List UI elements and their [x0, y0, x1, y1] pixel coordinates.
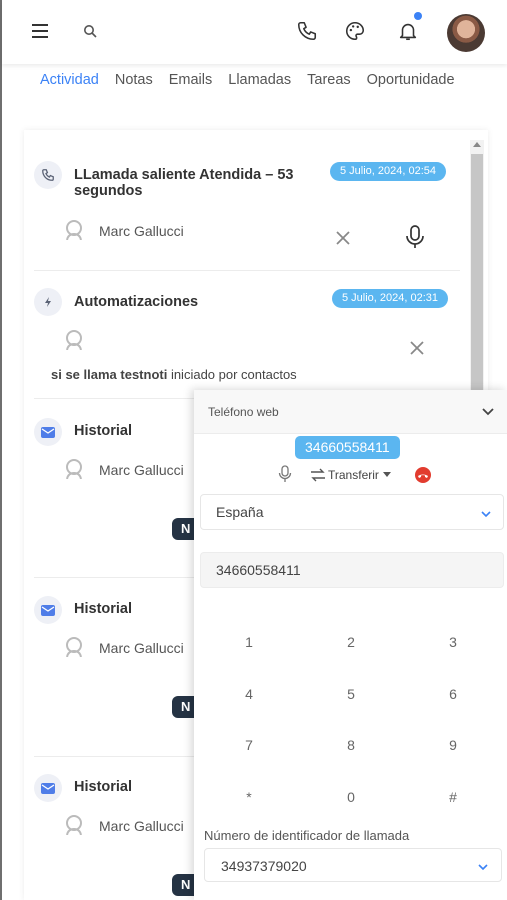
web-phone-panel: Teléfono web 34660558411 Transferir Espa…	[194, 390, 507, 900]
history-person-name: Marc Gallucci	[99, 640, 184, 656]
automation-date-badge: 5 Julio, 2024, 02:31	[332, 289, 449, 308]
history-title: Historial	[74, 423, 133, 439]
tab-oportunidades[interactable]: Oportunidade	[367, 72, 455, 88]
dial-number-input[interactable]: 34660558411	[200, 552, 504, 588]
call-title-line1: LLamada saliente Atendida – 53	[74, 167, 294, 183]
chevron-down-icon[interactable]	[480, 507, 492, 519]
history-title: Historial	[74, 601, 133, 617]
transfer-label: Transferir	[328, 468, 379, 482]
chevron-down-icon[interactable]	[477, 860, 489, 872]
automation-title: Automatizaciones	[74, 294, 199, 310]
scroll-up-arrow[interactable]	[473, 142, 481, 147]
automation-note: si se llama testnoti iniciado por contac…	[51, 367, 297, 382]
person-icon	[64, 815, 84, 836]
notification-dot	[414, 12, 422, 20]
palette-icon[interactable]	[342, 18, 368, 44]
keypad-key-star[interactable]: *	[229, 783, 269, 811]
top-bar	[2, 0, 507, 64]
keypad-key-7[interactable]: 7	[229, 731, 269, 759]
chevron-down-icon[interactable]	[481, 404, 495, 418]
person-icon	[64, 459, 84, 480]
keypad-key-0[interactable]: 0	[331, 783, 371, 811]
caret-down-icon	[382, 472, 391, 477]
window-edge	[0, 0, 2, 900]
caller-id-select[interactable]: 34937379020	[204, 848, 502, 882]
search-icon[interactable]	[80, 20, 100, 42]
keypad-key-3[interactable]: 3	[433, 628, 473, 656]
mute-mic-icon[interactable]	[278, 465, 292, 483]
divider	[34, 270, 460, 271]
call-person-name: Marc Gallucci	[99, 223, 184, 239]
person-icon	[64, 220, 84, 241]
keypad-key-6[interactable]: 6	[433, 680, 473, 708]
transfer-icon	[311, 468, 325, 482]
automation-icon	[34, 288, 62, 316]
bell-icon[interactable]	[395, 18, 421, 44]
tab-tareas[interactable]: Tareas	[307, 72, 351, 88]
close-icon[interactable]	[334, 229, 354, 249]
keypad-key-8[interactable]: 8	[331, 731, 371, 759]
tab-llamadas[interactable]: Llamadas	[228, 72, 291, 88]
automation-note-rest: iniciado por contactos	[167, 367, 297, 382]
history-person-name: Marc Gallucci	[99, 462, 184, 478]
keypad-key-5[interactable]: 5	[331, 680, 371, 708]
phone-panel-header[interactable]: Teléfono web	[194, 390, 507, 434]
email-icon	[34, 596, 62, 624]
outgoing-call-icon	[34, 161, 62, 189]
keypad-key-4[interactable]: 4	[229, 680, 269, 708]
automation-note-bold: si se llama testnoti	[51, 367, 168, 382]
transfer-button[interactable]: Transferir	[310, 466, 400, 484]
close-icon[interactable]	[408, 339, 428, 359]
email-icon	[34, 418, 62, 446]
phone-panel-title: Teléfono web	[208, 405, 279, 419]
person-icon	[64, 637, 84, 658]
active-number-pill: 34660558411	[295, 436, 400, 459]
keypad-key-9[interactable]: 9	[433, 731, 473, 759]
avatar[interactable]	[447, 14, 485, 52]
menu-icon[interactable]	[30, 20, 52, 42]
country-select[interactable]: España	[200, 494, 504, 530]
call-title-line2: segundos	[74, 183, 143, 199]
keypad-key-1[interactable]: 1	[229, 628, 269, 656]
tab-actividad[interactable]: Actividad	[40, 72, 99, 88]
scrollbar-thumb[interactable]	[471, 154, 483, 392]
tab-bar: Actividad Notas Emails Llamadas Tareas O…	[40, 72, 471, 88]
history-title: Historial	[74, 779, 133, 795]
tab-emails[interactable]: Emails	[169, 72, 213, 88]
hangup-icon[interactable]	[415, 467, 431, 483]
keypad-key-2[interactable]: 2	[331, 628, 371, 656]
phone-icon[interactable]	[294, 18, 320, 44]
keypad-key-hash[interactable]: #	[433, 783, 473, 811]
mic-icon[interactable]	[404, 224, 426, 250]
caller-id-label: Número de identificador de llamada	[204, 828, 410, 843]
person-icon	[64, 330, 84, 351]
history-person-name: Marc Gallucci	[99, 818, 184, 834]
call-date-badge: 5 Julio, 2024, 02:54	[330, 162, 447, 181]
tab-notas[interactable]: Notas	[115, 72, 153, 88]
email-icon	[34, 774, 62, 802]
